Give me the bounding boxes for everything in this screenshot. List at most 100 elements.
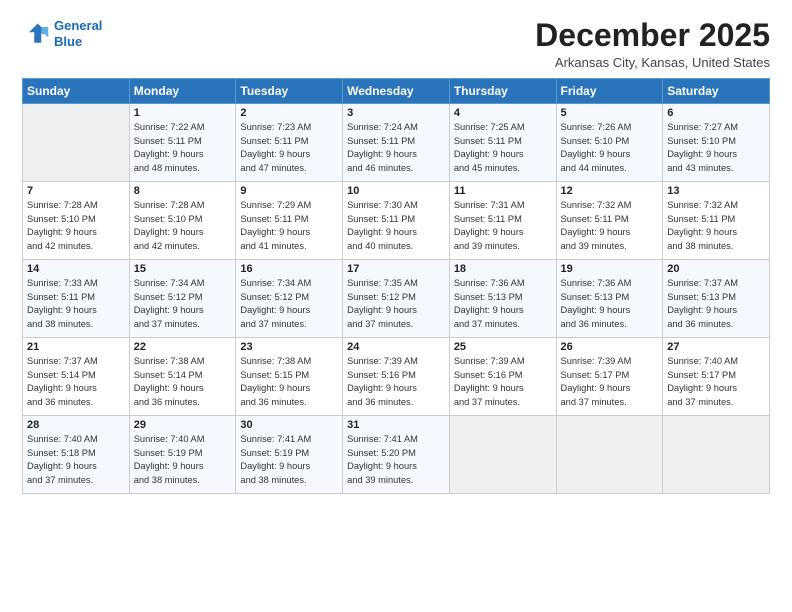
col-thursday: Thursday — [449, 79, 556, 104]
day-number: 11 — [454, 185, 552, 197]
calendar-cell: 5Sunrise: 7:26 AMSunset: 5:10 PMDaylight… — [556, 104, 663, 182]
day-info: Sunrise: 7:30 AMSunset: 5:11 PMDaylight:… — [347, 199, 445, 253]
calendar-cell: 12Sunrise: 7:32 AMSunset: 5:11 PMDayligh… — [556, 182, 663, 260]
calendar-cell: 18 Sunrise: 7:36 AMSunset: 5:13 PMDayligh… — [449, 260, 556, 338]
col-tuesday: Tuesday — [236, 79, 343, 104]
day-info: Sunrise: 7:34 AMSunset: 5:12 PMDaylight:… — [240, 277, 338, 331]
calendar-cell — [23, 104, 130, 182]
day-info: Sunrise: 7:40 AMSunset: 5:18 PMDaylight:… — [27, 433, 125, 487]
calendar-cell: 17 Sunrise: 7:35 AMSunset: 5:12 PMDayligh… — [343, 260, 450, 338]
day-number: 29 — [134, 419, 232, 431]
day-info: Sunrise: 7:33 AMSunset: 5:11 PMDaylight:… — [27, 277, 125, 331]
day-number: 10 — [347, 185, 445, 197]
day-number: 3 — [347, 107, 445, 119]
day-number: 12 — [561, 185, 659, 197]
calendar-cell: 6 Sunrise: 7:27 AMSunset: 5:10 PMDaylight… — [663, 104, 770, 182]
day-number: 21 — [27, 341, 125, 353]
header: General Blue December 2025 Arkansas City… — [22, 18, 770, 70]
day-number: 16 — [240, 263, 338, 275]
day-info: Sunrise: 7:32 AMSunset: 5:11 PMDaylight:… — [667, 199, 765, 253]
calendar-cell: 21 Sunrise: 7:37 AMSunset: 5:14 PMDayligh… — [23, 338, 130, 416]
day-info: Sunrise: 7:24 AMSunset: 5:11 PMDaylight:… — [347, 121, 445, 175]
day-number: 26 — [561, 341, 659, 353]
day-info: Sunrise: 7:25 AMSunset: 5:11 PMDaylight:… — [454, 121, 552, 175]
day-info: Sunrise: 7:39 AMSunset: 5:17 PMDaylight:… — [561, 355, 659, 409]
day-number: 18 — [454, 263, 552, 275]
day-info: Sunrise: 7:37 AMSunset: 5:14 PMDaylight:… — [27, 355, 125, 409]
calendar-week-5: 28Sunrise: 7:40 AMSunset: 5:18 PMDayligh… — [23, 416, 770, 494]
day-info: Sunrise: 7:35 AMSunset: 5:12 PMDaylight:… — [347, 277, 445, 331]
calendar-cell: 27 Sunrise: 7:40 AMSunset: 5:17 PMDayligh… — [663, 338, 770, 416]
day-number: 17 — [347, 263, 445, 275]
calendar-cell: 19Sunrise: 7:36 AMSunset: 5:13 PMDayligh… — [556, 260, 663, 338]
calendar-cell: 31Sunrise: 7:41 AMSunset: 5:20 PMDayligh… — [343, 416, 450, 494]
day-info: Sunrise: 7:38 AMSunset: 5:15 PMDaylight:… — [240, 355, 338, 409]
calendar-week-4: 21 Sunrise: 7:37 AMSunset: 5:14 PMDayligh… — [23, 338, 770, 416]
day-number: 7 — [27, 185, 125, 197]
location: Arkansas City, Kansas, United States — [535, 55, 770, 70]
logo-icon — [22, 20, 50, 48]
calendar-cell: 8 Sunrise: 7:28 AMSunset: 5:10 PMDaylight… — [129, 182, 236, 260]
day-info: Sunrise: 7:29 AMSunset: 5:11 PMDaylight:… — [240, 199, 338, 253]
day-info: Sunrise: 7:40 AMSunset: 5:19 PMDaylight:… — [134, 433, 232, 487]
calendar-cell: 23 Sunrise: 7:38 AMSunset: 5:15 PMDayligh… — [236, 338, 343, 416]
calendar-cell: 10 Sunrise: 7:30 AMSunset: 5:11 PMDayligh… — [343, 182, 450, 260]
month-title: December 2025 — [535, 18, 770, 53]
calendar-week-1: 1Sunrise: 7:22 AMSunset: 5:11 PMDaylight… — [23, 104, 770, 182]
calendar-cell: 9Sunrise: 7:29 AMSunset: 5:11 PMDaylight… — [236, 182, 343, 260]
day-info: Sunrise: 7:23 AMSunset: 5:11 PMDaylight:… — [240, 121, 338, 175]
day-number: 30 — [240, 419, 338, 431]
day-number: 13 — [667, 185, 765, 197]
day-info: Sunrise: 7:34 AMSunset: 5:12 PMDaylight:… — [134, 277, 232, 331]
day-info: Sunrise: 7:39 AMSunset: 5:16 PMDaylight:… — [347, 355, 445, 409]
day-number: 8 — [134, 185, 232, 197]
day-number: 1 — [134, 107, 232, 119]
day-number: 14 — [27, 263, 125, 275]
calendar-table: Sunday Monday Tuesday Wednesday Thursday… — [22, 78, 770, 494]
calendar-body: 1Sunrise: 7:22 AMSunset: 5:11 PMDaylight… — [23, 104, 770, 494]
day-number: 4 — [454, 107, 552, 119]
calendar-cell: 15Sunrise: 7:34 AMSunset: 5:12 PMDayligh… — [129, 260, 236, 338]
day-info: Sunrise: 7:37 AMSunset: 5:13 PMDaylight:… — [667, 277, 765, 331]
calendar-cell: 11 Sunrise: 7:31 AMSunset: 5:11 PMDayligh… — [449, 182, 556, 260]
calendar-cell: 4 Sunrise: 7:25 AMSunset: 5:11 PMDaylight… — [449, 104, 556, 182]
calendar-cell: 25 Sunrise: 7:39 AMSunset: 5:16 PMDayligh… — [449, 338, 556, 416]
day-number: 6 — [667, 107, 765, 119]
header-row: Sunday Monday Tuesday Wednesday Thursday… — [23, 79, 770, 104]
day-number: 19 — [561, 263, 659, 275]
calendar-cell: 2 Sunrise: 7:23 AMSunset: 5:11 PMDaylight… — [236, 104, 343, 182]
calendar-cell: 22 Sunrise: 7:38 AMSunset: 5:14 PMDayligh… — [129, 338, 236, 416]
page: General Blue December 2025 Arkansas City… — [0, 0, 792, 612]
day-number: 25 — [454, 341, 552, 353]
day-info: Sunrise: 7:38 AMSunset: 5:14 PMDaylight:… — [134, 355, 232, 409]
col-saturday: Saturday — [663, 79, 770, 104]
day-info: Sunrise: 7:27 AMSunset: 5:10 PMDaylight:… — [667, 121, 765, 175]
title-block: December 2025 Arkansas City, Kansas, Uni… — [535, 18, 770, 70]
day-number: 2 — [240, 107, 338, 119]
day-number: 24 — [347, 341, 445, 353]
day-info: Sunrise: 7:41 AMSunset: 5:20 PMDaylight:… — [347, 433, 445, 487]
logo: General Blue — [22, 18, 102, 49]
calendar-header: Sunday Monday Tuesday Wednesday Thursday… — [23, 79, 770, 104]
day-info: Sunrise: 7:31 AMSunset: 5:11 PMDaylight:… — [454, 199, 552, 253]
day-number: 27 — [667, 341, 765, 353]
calendar-cell: 13 Sunrise: 7:32 AMSunset: 5:11 PMDayligh… — [663, 182, 770, 260]
col-friday: Friday — [556, 79, 663, 104]
calendar-cell: 24 Sunrise: 7:39 AMSunset: 5:16 PMDayligh… — [343, 338, 450, 416]
day-info: Sunrise: 7:28 AMSunset: 5:10 PMDaylight:… — [134, 199, 232, 253]
calendar-cell: 20Sunrise: 7:37 AMSunset: 5:13 PMDayligh… — [663, 260, 770, 338]
day-info: Sunrise: 7:40 AMSunset: 5:17 PMDaylight:… — [667, 355, 765, 409]
day-number: 23 — [240, 341, 338, 353]
calendar-cell: 16 Sunrise: 7:34 AMSunset: 5:12 PMDayligh… — [236, 260, 343, 338]
col-sunday: Sunday — [23, 79, 130, 104]
calendar-cell: 28Sunrise: 7:40 AMSunset: 5:18 PMDayligh… — [23, 416, 130, 494]
calendar-cell: 26 Sunrise: 7:39 AMSunset: 5:17 PMDayligh… — [556, 338, 663, 416]
calendar-cell — [663, 416, 770, 494]
calendar-cell: 7Sunrise: 7:28 AMSunset: 5:10 PMDaylight… — [23, 182, 130, 260]
day-info: Sunrise: 7:41 AMSunset: 5:19 PMDaylight:… — [240, 433, 338, 487]
day-number: 22 — [134, 341, 232, 353]
calendar-cell — [556, 416, 663, 494]
day-info: Sunrise: 7:39 AMSunset: 5:16 PMDaylight:… — [454, 355, 552, 409]
day-info: Sunrise: 7:36 AMSunset: 5:13 PMDaylight:… — [454, 277, 552, 331]
calendar-cell: 30 Sunrise: 7:41 AMSunset: 5:19 PMDayligh… — [236, 416, 343, 494]
